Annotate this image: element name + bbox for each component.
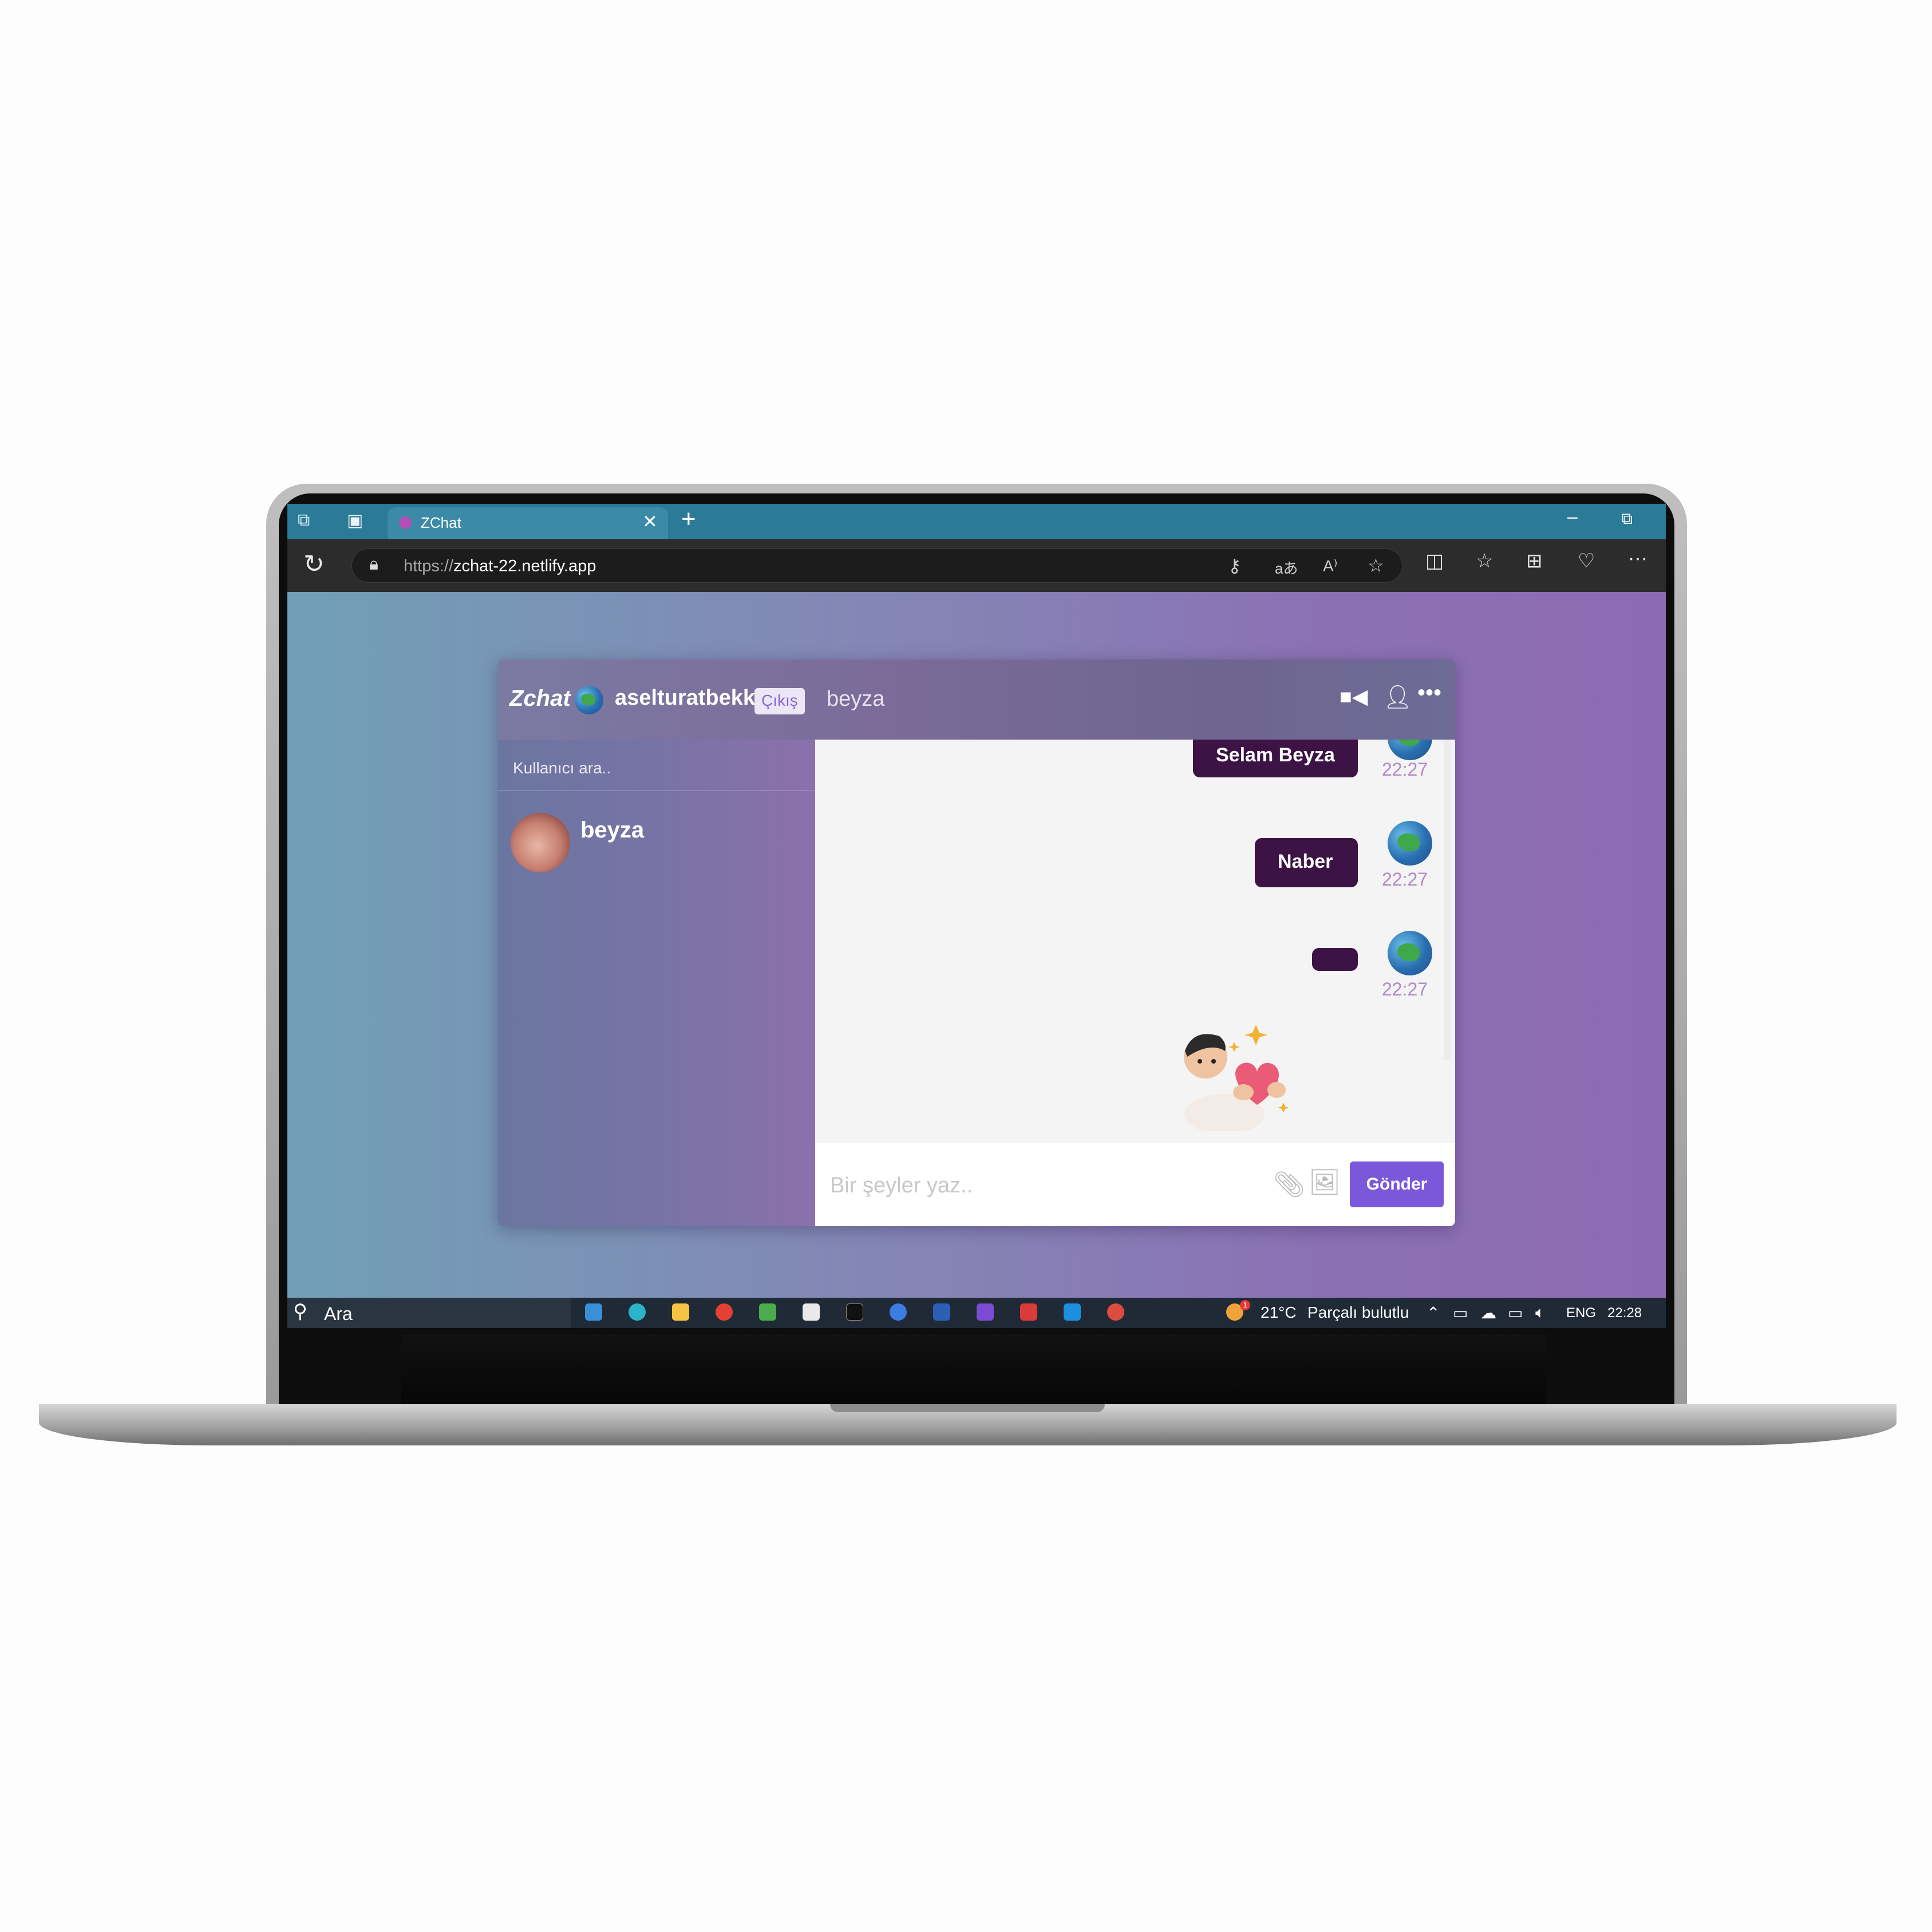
- search-icon: ⚲: [293, 1301, 307, 1322]
- nodejs-icon[interactable]: [759, 1303, 776, 1321]
- terminal-icon[interactable]: [846, 1303, 863, 1321]
- message-bubble: Naber: [1255, 838, 1358, 887]
- language-indicator[interactable]: ENG: [1566, 1305, 1596, 1321]
- url-text[interactable]: https://zchat-22.netlify.app: [404, 557, 596, 576]
- user-search-input[interactable]: [512, 757, 798, 780]
- visual-studio-icon[interactable]: [977, 1303, 994, 1321]
- lock-icon[interactable]: 🔒︎: [369, 555, 378, 574]
- message-time: 22:27: [1382, 759, 1428, 780]
- windows-taskbar: ⚲ Ara 1 21°C Parçalı bulutlu ⌃ ▭ ☁︎ ▭ 🔈︎…: [287, 1298, 1666, 1328]
- chat-scrollbar[interactable]: [1444, 740, 1451, 1060]
- minimize-button[interactable]: –: [1567, 506, 1578, 527]
- password-key-icon[interactable]: ⚷: [1228, 555, 1241, 576]
- page-background: Zchat aselturatbekk Çıkış beyza ■◀ 👤︎ ••…: [287, 592, 1666, 1298]
- more-options-icon[interactable]: •••: [1417, 680, 1441, 706]
- sidebar-divider: [498, 790, 815, 791]
- chrome-icon[interactable]: [716, 1303, 733, 1321]
- vscode-icon[interactable]: [1064, 1303, 1081, 1321]
- app-logo: Zchat: [509, 686, 571, 711]
- notepad-icon[interactable]: [803, 1303, 820, 1321]
- tab-zchat[interactable]: ZChat ✕: [388, 507, 668, 539]
- attachment-icon[interactable]: 📎︎: [1273, 1170, 1305, 1199]
- new-tab-button[interactable]: +: [681, 505, 696, 534]
- sender-avatar: [1388, 821, 1432, 866]
- weather-description[interactable]: Parçalı bulutlu: [1307, 1303, 1409, 1322]
- workspaces-icon[interactable]: ⧉: [298, 511, 310, 530]
- message-bubble: Selam Beyza: [1193, 740, 1358, 777]
- current-user-name: aselturatbekk: [615, 686, 756, 710]
- clock[interactable]: 22:28: [1607, 1305, 1642, 1321]
- heart-sticker: [1170, 1017, 1307, 1134]
- browser-tab-bar: ⧉ ▣ ZChat ✕ + – ⧉: [287, 504, 1666, 539]
- sender-avatar: [1388, 931, 1432, 975]
- cloud-icon[interactable]: ☁︎: [1480, 1303, 1496, 1322]
- reload-icon[interactable]: ↻: [303, 550, 325, 579]
- zchat-favicon-icon: [399, 516, 412, 529]
- message-composer: 📎︎ 🖼︎ Gönder: [815, 1143, 1455, 1226]
- contact-name: beyza: [580, 817, 645, 843]
- task-view-icon[interactable]: [585, 1303, 602, 1321]
- taskbar-search-label: Ara: [324, 1303, 353, 1324]
- weather-temperature[interactable]: 21°C: [1261, 1303, 1297, 1322]
- split-screen-icon[interactable]: ◫: [1425, 550, 1444, 572]
- favorites-icon[interactable]: ☆: [1476, 550, 1493, 572]
- file-explorer-icon[interactable]: [672, 1303, 689, 1321]
- contact-avatar: [511, 813, 570, 872]
- taskbar-search[interactable]: ⚲ Ara: [287, 1298, 571, 1328]
- tab-actions-icon[interactable]: ▣: [347, 511, 363, 531]
- sender-avatar: [1388, 740, 1432, 760]
- video-call-icon[interactable]: ■◀: [1340, 685, 1368, 709]
- image-upload-icon[interactable]: 🖼︎: [1309, 1167, 1341, 1197]
- add-user-icon[interactable]: 👤︎: [1383, 683, 1412, 710]
- chat-app-window: Zchat aselturatbekk Çıkış beyza ■◀ 👤︎ ••…: [498, 659, 1455, 1226]
- app-store-icon[interactable]: [890, 1303, 907, 1321]
- contact-item[interactable]: beyza: [511, 813, 803, 876]
- restore-button[interactable]: ⧉: [1621, 509, 1633, 528]
- message-time: 22:27: [1382, 979, 1428, 999]
- laptop-notch: [830, 1404, 1105, 1412]
- app-header: Zchat aselturatbekk Çıkış beyza ■◀ 👤︎ ••…: [498, 659, 1455, 740]
- collections-icon[interactable]: ⊞: [1526, 550, 1543, 572]
- current-user-avatar: [575, 686, 603, 714]
- browser-toolbar: ↻ 🔒︎ https://zchat-22.netlify.app ⚷ aあ A…: [287, 539, 1666, 592]
- tab-close-icon[interactable]: ✕: [642, 511, 658, 532]
- message-list: Selam Beyza 22:27 Naber 22:27 22:27: [815, 740, 1455, 1143]
- edge-icon[interactable]: [629, 1303, 646, 1321]
- message-time: 22:27: [1382, 869, 1428, 890]
- browser-essentials-icon[interactable]: ♡: [1578, 550, 1595, 572]
- settings-more-icon[interactable]: ···: [1628, 547, 1647, 570]
- pdf-reader-icon[interactable]: [1020, 1303, 1037, 1321]
- tab-title: ZChat: [421, 514, 461, 531]
- chevron-up-icon[interactable]: ⌃: [1427, 1303, 1440, 1322]
- address-bar[interactable]: 🔒︎ https://zchat-22.netlify.app ⚷ aあ A⁾ …: [351, 548, 1402, 583]
- weather-badge: 1: [1240, 1300, 1250, 1310]
- favorite-star-icon[interactable]: ☆: [1368, 555, 1384, 576]
- sidebar: beyza: [498, 740, 815, 1226]
- keyboard-reflection: [401, 1334, 1546, 1408]
- translate-icon[interactable]: aあ: [1275, 557, 1298, 578]
- read-aloud-icon[interactable]: A⁾: [1323, 556, 1338, 575]
- chrome-dev-icon[interactable]: [1107, 1303, 1124, 1321]
- send-button[interactable]: Gönder: [1350, 1161, 1444, 1207]
- laptop-screen: ⧉ ▣ ZChat ✕ + – ⧉ ↻ 🔒︎ https://zchat-22.…: [287, 504, 1666, 1328]
- logout-button[interactable]: Çıkış: [754, 688, 805, 714]
- word-icon[interactable]: [933, 1303, 950, 1321]
- chat-partner-name: beyza: [827, 687, 885, 711]
- message-bubble: [1312, 948, 1358, 971]
- battery-icon[interactable]: ▭: [1508, 1303, 1523, 1322]
- volume-icon[interactable]: 🔈︎: [1535, 1303, 1545, 1322]
- network-icon[interactable]: ▭: [1453, 1303, 1468, 1322]
- message-input[interactable]: [829, 1168, 1241, 1203]
